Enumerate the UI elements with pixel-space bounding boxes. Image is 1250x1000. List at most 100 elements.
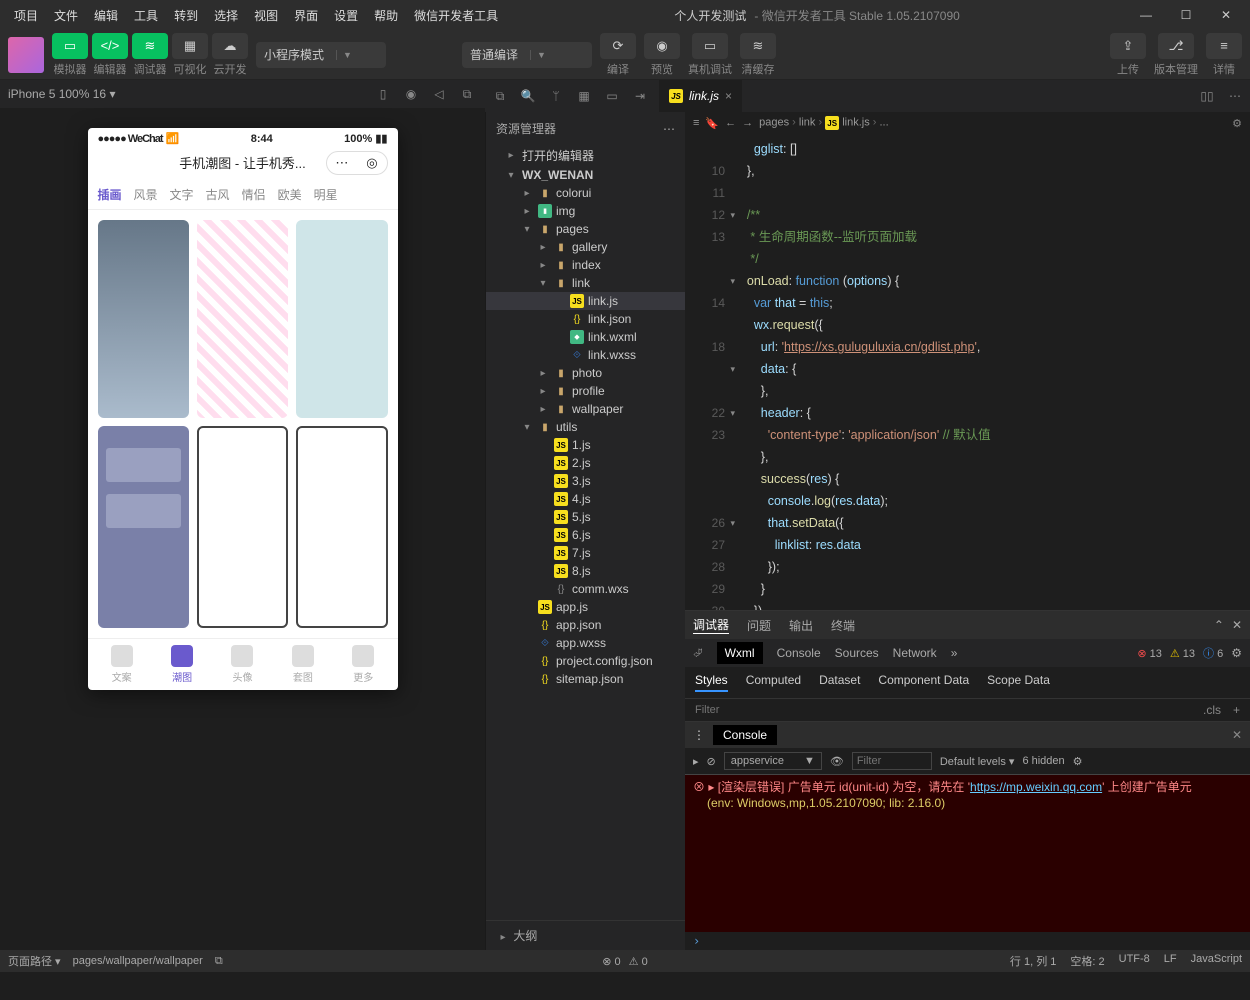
console-prompt[interactable]: › bbox=[685, 932, 1250, 950]
cloud-dev-button[interactable]: ☁ bbox=[212, 33, 248, 59]
device-select[interactable]: iPhone 5 100% 16 ▾ bbox=[8, 87, 115, 101]
rotate-icon[interactable]: ▯ bbox=[373, 87, 393, 101]
folder-item[interactable]: ▸▮img bbox=[486, 202, 685, 220]
folder-item[interactable]: ▸▮index bbox=[486, 256, 685, 274]
category-tab[interactable]: 明星 bbox=[314, 186, 338, 203]
hidden-count[interactable]: 6 hidden bbox=[1022, 755, 1064, 767]
folder-item[interactable]: ▸▮profile bbox=[486, 382, 685, 400]
status-item[interactable]: UTF-8 bbox=[1119, 953, 1150, 969]
avatar[interactable] bbox=[8, 37, 44, 73]
file-item[interactable]: ⟐link.wxss bbox=[486, 346, 685, 364]
details-button[interactable]: ≡ bbox=[1206, 33, 1242, 59]
status-error-count[interactable]: ⊗ 0 bbox=[602, 955, 620, 968]
category-tab[interactable]: 文字 bbox=[170, 186, 194, 203]
more-icon[interactable]: ⋯ bbox=[1226, 89, 1244, 103]
wallpaper-thumb[interactable] bbox=[197, 426, 288, 628]
bookmark-icon[interactable]: ≡ bbox=[693, 117, 699, 129]
folder-item[interactable]: ▾▮utils bbox=[486, 418, 685, 436]
menu-item[interactable]: 视图 bbox=[248, 3, 284, 28]
more-tools-icon[interactable]: » bbox=[951, 646, 958, 660]
open-editors-section[interactable]: ▸打开的编辑器 bbox=[486, 145, 685, 166]
preview-button[interactable]: ◉ bbox=[644, 33, 680, 59]
wallpaper-thumb[interactable] bbox=[296, 426, 387, 628]
console-toggle-icon[interactable]: ⋮ bbox=[693, 728, 705, 742]
inspect-icon[interactable]: ⮰ bbox=[693, 646, 703, 661]
editor-tab[interactable]: JS link.js × bbox=[659, 80, 743, 112]
devtools-settings-icon[interactable]: ⚙ bbox=[1231, 646, 1242, 660]
tabbar-item[interactable]: 套图 bbox=[292, 645, 314, 684]
output-tab[interactable]: 输出 bbox=[789, 617, 813, 634]
page-path-value[interactable]: pages/wallpaper/wallpaper bbox=[73, 955, 203, 967]
file-item[interactable]: JS4.js bbox=[486, 490, 685, 508]
menu-item[interactable]: 编辑 bbox=[88, 3, 124, 28]
file-item[interactable]: ⟐app.wxss bbox=[486, 634, 685, 652]
forward-icon[interactable]: → bbox=[742, 117, 753, 129]
file-item[interactable]: JS5.js bbox=[486, 508, 685, 526]
page-path-label[interactable]: 页面路径 ▾ bbox=[8, 953, 61, 969]
bookmark-icon[interactable]: 🔖 bbox=[705, 117, 719, 130]
files-icon[interactable]: ⧉ bbox=[491, 89, 509, 104]
console-filter-input[interactable] bbox=[852, 752, 932, 770]
file-item[interactable]: JS8.js bbox=[486, 562, 685, 580]
project-section[interactable]: ▾WX_WENAN bbox=[486, 166, 685, 184]
status-item[interactable]: 行 1, 列 1 bbox=[1010, 953, 1056, 969]
warn-badge[interactable]: 13 bbox=[1170, 647, 1195, 660]
category-tab[interactable]: 情侣 bbox=[242, 186, 266, 203]
console-menu-icon[interactable]: ▸ bbox=[693, 755, 699, 768]
compile-button[interactable]: ⟳ bbox=[600, 33, 636, 59]
menu-item[interactable]: 文件 bbox=[48, 3, 84, 28]
category-tab[interactable]: 插画 bbox=[98, 186, 122, 203]
menu-item[interactable]: 微信开发者工具 bbox=[408, 3, 504, 28]
clear-cache-button[interactable]: ≋ bbox=[740, 33, 776, 59]
close-drawer-icon[interactable]: ✕ bbox=[1232, 728, 1242, 742]
clear-console-icon[interactable]: ⊘ bbox=[707, 755, 716, 768]
mode-select[interactable]: 小程序模式▼ bbox=[256, 42, 386, 68]
file-item[interactable]: JS6.js bbox=[486, 526, 685, 544]
folder-item[interactable]: ▾▮link bbox=[486, 274, 685, 292]
error-badge[interactable]: 13 bbox=[1137, 647, 1162, 660]
outline-section[interactable]: ▸ 大纲 bbox=[486, 920, 685, 950]
ext-icon[interactable]: ▦ bbox=[575, 89, 593, 103]
plugin-icon[interactable]: ⇥ bbox=[631, 89, 649, 103]
upload-button[interactable]: ⇪ bbox=[1110, 33, 1146, 59]
copy-path-icon[interactable]: ⧉ bbox=[215, 955, 223, 968]
settings-icon[interactable]: ⚙ bbox=[1232, 117, 1242, 130]
console-tool[interactable]: Console bbox=[777, 646, 821, 660]
file-item[interactable]: JS2.js bbox=[486, 454, 685, 472]
git-icon[interactable]: ᛘ bbox=[547, 89, 565, 103]
wallpaper-thumb[interactable] bbox=[197, 220, 288, 418]
console-settings-icon[interactable]: ⚙ bbox=[1073, 755, 1083, 768]
status-item[interactable]: JavaScript bbox=[1191, 953, 1242, 969]
dataset-tab[interactable]: Dataset bbox=[819, 673, 860, 692]
debugger-toggle[interactable]: ≋ bbox=[132, 33, 168, 59]
menu-item[interactable]: 项目 bbox=[8, 3, 44, 28]
folder-item[interactable]: ▸▮colorui bbox=[486, 184, 685, 202]
eye-icon[interactable]: 👁 bbox=[830, 755, 844, 768]
simulator-toggle[interactable]: ▭ bbox=[52, 33, 88, 59]
status-item[interactable]: LF bbox=[1164, 953, 1177, 969]
capsule-button[interactable]: ⋯◎ bbox=[326, 151, 388, 175]
sources-tool[interactable]: Sources bbox=[835, 646, 879, 660]
wallpaper-thumb[interactable] bbox=[98, 220, 189, 418]
category-tab[interactable]: 古风 bbox=[206, 186, 230, 203]
close-button[interactable]: ✕ bbox=[1210, 3, 1242, 27]
styles-filter-input[interactable] bbox=[695, 704, 1191, 716]
computed-tab[interactable]: Computed bbox=[746, 673, 801, 692]
folder-item[interactable]: ▸▮gallery bbox=[486, 238, 685, 256]
tabbar-item[interactable]: 潮图 bbox=[171, 645, 193, 684]
editor-toggle[interactable]: </> bbox=[92, 33, 128, 59]
file-item[interactable]: JSlink.js bbox=[486, 292, 685, 310]
menu-item[interactable]: 转到 bbox=[168, 3, 204, 28]
version-button[interactable]: ⎇ bbox=[1158, 33, 1194, 59]
category-tab[interactable]: 欧美 bbox=[278, 186, 302, 203]
file-item[interactable]: {}link.json bbox=[486, 310, 685, 328]
file-item[interactable]: {}comm.wxs bbox=[486, 580, 685, 598]
add-style-icon[interactable]: + bbox=[1233, 703, 1240, 717]
cls-toggle[interactable]: .cls bbox=[1203, 703, 1221, 717]
file-item[interactable]: JS7.js bbox=[486, 544, 685, 562]
compile-select[interactable]: 普通编译▼ bbox=[462, 42, 592, 68]
menu-item[interactable]: 工具 bbox=[128, 3, 164, 28]
terminal-tab[interactable]: 终端 bbox=[831, 617, 855, 634]
file-item[interactable]: JS1.js bbox=[486, 436, 685, 454]
explorer-more-icon[interactable]: ⋯ bbox=[663, 122, 675, 136]
